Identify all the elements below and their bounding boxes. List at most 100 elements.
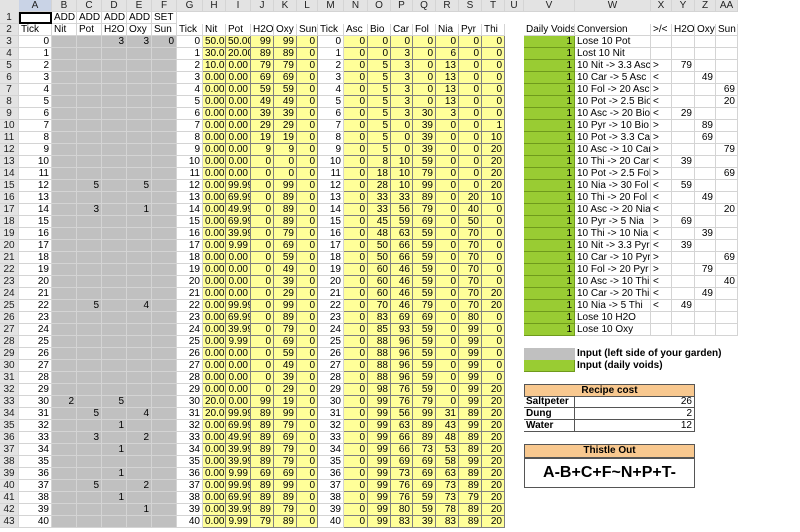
cell-c32[interactable]	[77, 384, 102, 396]
cell-j7[interactable]: 59	[251, 84, 274, 96]
cell-h12[interactable]: 0.00	[203, 144, 226, 156]
column-header-f[interactable]: F	[152, 0, 177, 12]
row-header-23[interactable]: 23	[0, 276, 19, 288]
conversion-27[interactable]: Lose 10 Oxy	[575, 324, 651, 336]
cell-i24[interactable]: 0.00	[226, 288, 251, 300]
cell-d37[interactable]: 1	[102, 444, 127, 456]
cell-n31[interactable]: 0	[344, 372, 368, 384]
cell-h34[interactable]: 20.00	[203, 408, 226, 420]
cell-g28[interactable]: 25	[177, 336, 203, 348]
cell-p27[interactable]: 93	[391, 324, 413, 336]
cell-d19[interactable]	[102, 228, 127, 240]
row-header-4[interactable]: 4	[0, 48, 19, 60]
cell-j21[interactable]: 0	[251, 252, 274, 264]
comparison-14[interactable]: >	[651, 168, 672, 180]
cell-o24[interactable]: 60	[368, 288, 391, 300]
cell-h6[interactable]: 0.00	[203, 72, 226, 84]
cell-m29[interactable]: 26	[318, 348, 344, 360]
conversion-13[interactable]: 10 Thi -> 20 Car	[575, 156, 651, 168]
sun-threshold-19[interactable]	[716, 228, 738, 240]
cell-f20[interactable]	[152, 240, 177, 252]
cell-i27[interactable]: 39.99	[226, 324, 251, 336]
cell-b12[interactable]	[52, 144, 77, 156]
daily-void-19[interactable]: 1	[524, 228, 575, 240]
cell-s15[interactable]: 0	[459, 180, 482, 192]
cell-s5[interactable]: 0	[459, 60, 482, 72]
conversion-23[interactable]: 10 Asc -> 10 Thi	[575, 276, 651, 288]
cell-k28[interactable]: 69	[274, 336, 297, 348]
cell-m6[interactable]: 3	[318, 72, 344, 84]
cell-s21[interactable]: 70	[459, 252, 482, 264]
cell-b4[interactable]	[52, 48, 77, 60]
h2o-threshold-11[interactable]	[672, 132, 695, 144]
cell-s17[interactable]: 40	[459, 204, 482, 216]
row-header-7[interactable]: 7	[0, 84, 19, 96]
oxy-threshold-11[interactable]: 69	[695, 132, 716, 144]
row-header-11[interactable]: 11	[0, 132, 19, 144]
cell-p41[interactable]: 76	[391, 492, 413, 504]
column-title-o[interactable]: Bio	[368, 24, 391, 36]
cell-c41[interactable]	[77, 492, 102, 504]
cell-n16[interactable]: 0	[344, 192, 368, 204]
cell-l8[interactable]: 0	[297, 96, 318, 108]
cell-c23[interactable]	[77, 276, 102, 288]
cell-g32[interactable]: 29	[177, 384, 203, 396]
cell-n43[interactable]: 0	[344, 516, 368, 528]
cell-l34[interactable]: 0	[297, 408, 318, 420]
sun-threshold-24[interactable]	[716, 288, 738, 300]
cell-i19[interactable]: 39.99	[226, 228, 251, 240]
cell-j15[interactable]: 0	[251, 180, 274, 192]
column-title-j[interactable]: H2O	[251, 24, 274, 36]
cell-d34[interactable]	[102, 408, 127, 420]
cell-m27[interactable]: 24	[318, 324, 344, 336]
cell-t37[interactable]: 20	[482, 444, 505, 456]
column-title-y[interactable]: H2O	[672, 24, 695, 36]
cell-o25[interactable]: 70	[368, 300, 391, 312]
cell-b13[interactable]	[52, 156, 77, 168]
cell-n13[interactable]: 0	[344, 156, 368, 168]
comparison-22[interactable]: >	[651, 264, 672, 276]
cell-l20[interactable]: 0	[297, 240, 318, 252]
cell-r8[interactable]: 13	[436, 96, 459, 108]
oxy-threshold-20[interactable]	[695, 240, 716, 252]
cell-l25[interactable]: 0	[297, 300, 318, 312]
column-header-a[interactable]: A	[19, 0, 52, 12]
cell-t32[interactable]: 20	[482, 384, 505, 396]
cell-t42[interactable]: 20	[482, 504, 505, 516]
cell-g18[interactable]: 15	[177, 216, 203, 228]
cell-c34[interactable]: 5	[77, 408, 102, 420]
cell-p20[interactable]: 66	[391, 240, 413, 252]
cell-r13[interactable]: 0	[436, 156, 459, 168]
cell-m32[interactable]: 29	[318, 384, 344, 396]
cell-d27[interactable]	[102, 324, 127, 336]
cell-g16[interactable]: 13	[177, 192, 203, 204]
cell-o16[interactable]: 33	[368, 192, 391, 204]
cell-j23[interactable]: 0	[251, 276, 274, 288]
cell-n37[interactable]: 0	[344, 444, 368, 456]
cell-o4[interactable]: 0	[368, 48, 391, 60]
cell-e40[interactable]: 2	[127, 480, 152, 492]
cell-p4[interactable]: 3	[391, 48, 413, 60]
cell-m43[interactable]: 40	[318, 516, 344, 528]
cell-c35[interactable]	[77, 420, 102, 432]
cell-k43[interactable]: 89	[274, 516, 297, 528]
daily-void-12[interactable]: 1	[524, 144, 575, 156]
cell-q24[interactable]: 59	[413, 288, 436, 300]
cell-d38[interactable]	[102, 456, 127, 468]
cell-a20[interactable]: 17	[19, 240, 52, 252]
cell-o42[interactable]: 99	[368, 504, 391, 516]
conversion-21[interactable]: 10 Car -> 10 Pyr	[575, 252, 651, 264]
cell-t9[interactable]: 0	[482, 108, 505, 120]
cell-t29[interactable]: 0	[482, 348, 505, 360]
cell-i43[interactable]: 9.99	[226, 516, 251, 528]
cell-b25[interactable]	[52, 300, 77, 312]
cell-f37[interactable]	[152, 444, 177, 456]
daily-void-27[interactable]: 1	[524, 324, 575, 336]
daily-void-4[interactable]: 1	[524, 48, 575, 60]
cell-f19[interactable]	[152, 228, 177, 240]
cell-p28[interactable]: 96	[391, 336, 413, 348]
recipe-water-value[interactable]: 12	[575, 420, 695, 432]
cell-m11[interactable]: 8	[318, 132, 344, 144]
cell-q21[interactable]: 59	[413, 252, 436, 264]
cell-g39[interactable]: 36	[177, 468, 203, 480]
